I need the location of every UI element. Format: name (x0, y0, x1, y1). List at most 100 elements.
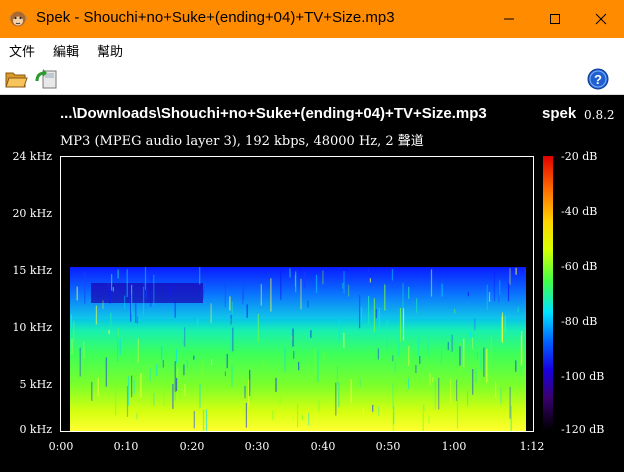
spectrogram-streak (430, 269, 433, 297)
spectrogram-streak (174, 361, 176, 392)
spectrogram-streak (300, 278, 302, 310)
menu-file[interactable]: 文件 (9, 41, 35, 60)
db-tick-label: -60 dB (561, 260, 598, 273)
spectrogram-streak (427, 331, 429, 357)
spectrogram-streak (201, 359, 204, 381)
spectrogram-streak (226, 354, 228, 369)
close-icon (595, 13, 607, 25)
help-button[interactable]: ? (586, 67, 610, 91)
open-file-button[interactable] (4, 67, 28, 91)
spek-window: Spek - Shouchi+no+Suke+(ending+04)+TV+Si… (0, 0, 624, 472)
spectrogram-streak (336, 366, 338, 385)
spectrogram-streak (153, 393, 155, 406)
menu-edit[interactable]: 編輯 (53, 41, 79, 60)
spectrogram-streak (275, 377, 277, 392)
spectrogram-streak (79, 347, 81, 377)
spectrogram-streak (135, 303, 137, 323)
spectrogram-streak (469, 331, 472, 338)
spectrogram-streak (322, 270, 324, 285)
spectrogram-streak (298, 361, 300, 371)
spectrogram-streak (127, 376, 130, 406)
spectrogram-plot (60, 156, 534, 432)
spectrogram-streak (279, 396, 281, 405)
spectrogram-streak (153, 274, 155, 306)
minimize-button[interactable] (486, 0, 532, 38)
title-bar[interactable]: Spek - Shouchi+no+Suke+(ending+04)+TV+Si… (0, 0, 624, 38)
spectrogram-streak (338, 382, 340, 408)
spectrogram-streak (102, 300, 104, 309)
spectrogram-streak (493, 272, 496, 302)
spectrogram-streak (480, 350, 482, 370)
spectrogram-streak (197, 318, 199, 330)
spectrogram-streak (438, 377, 440, 410)
spectrogram-streak (459, 346, 461, 366)
spectrogram-streak (202, 409, 205, 431)
db-tick-label: -20 dB (561, 150, 598, 163)
spectrogram-streak (509, 268, 511, 285)
spectrogram-streak (429, 373, 431, 386)
spectrogram-streak (472, 369, 474, 395)
spectrogram-streak (408, 346, 410, 366)
spectrogram-image (70, 267, 526, 431)
db-tick-label: -80 dB (561, 315, 598, 328)
maximize-button[interactable] (532, 0, 578, 38)
spectrogram-streak (454, 308, 456, 314)
spectrogram-streak (367, 268, 369, 273)
spectrogram-streak (343, 271, 345, 294)
spectrogram-streak (131, 375, 133, 398)
spectrogram-streak (467, 390, 469, 406)
spectrogram-streak (162, 360, 164, 368)
spectrogram-streak (174, 300, 176, 318)
spectrogram-streak (308, 412, 310, 426)
spectrogram-streak (504, 315, 506, 333)
spectrogram-streak (343, 332, 345, 349)
spectrogram-streak (156, 364, 158, 377)
spectrogram-streak (70, 314, 72, 328)
freq-tick-label: 10 kHz (12, 321, 52, 334)
spectrogram-streak (177, 367, 179, 377)
menu-help[interactable]: 幫助 (97, 41, 123, 60)
file-path-title: ...\Downloads\Shouchi+no+Suke+(ending+04… (60, 105, 487, 122)
spectrogram-streak (126, 269, 128, 297)
time-tick-label: 1:12 (519, 440, 545, 453)
spectrogram-streak (510, 406, 512, 431)
time-tick-label: 0:20 (179, 440, 205, 453)
spectrogram-streak (501, 316, 503, 342)
spectrogram-streak (124, 295, 126, 309)
spectrogram-streak (245, 402, 247, 428)
save-refresh-button[interactable] (34, 67, 58, 91)
time-tick-label: 0:10 (113, 440, 139, 453)
help-icon: ? (587, 68, 609, 90)
spectrogram-streak (289, 268, 291, 278)
spectrogram-streak (246, 304, 248, 318)
spectrogram-streak (434, 381, 436, 410)
spectrogram-streak (317, 350, 319, 382)
spectrogram-streak (373, 298, 375, 332)
time-tick-label: 0:30 (244, 440, 270, 453)
spectrogram-streak (292, 328, 294, 347)
spectrogram-streak (272, 410, 274, 421)
spectrogram-streak (466, 330, 469, 336)
spectrogram-streak (210, 303, 212, 324)
spectrogram-streak (372, 404, 374, 412)
spectrogram-streak (244, 386, 246, 399)
spectrogram-streak (399, 308, 402, 342)
db-tick-label: -100 dB (561, 370, 605, 383)
spectrogram-streak (136, 316, 139, 324)
spectrogram-streak (149, 368, 151, 381)
spectrogram-streak (323, 352, 325, 360)
spectrogram-streak (184, 327, 186, 347)
db-tick-label: -120 dB (561, 423, 605, 436)
spectrogram-streak (270, 278, 272, 312)
spectrogram-streak (184, 384, 186, 396)
freq-tick-label: 24 kHz (12, 150, 52, 163)
spectrogram-streak (418, 338, 420, 358)
spectrogram-streak (450, 379, 452, 404)
spectrogram-streak (342, 282, 344, 289)
spectrogram-streak (432, 377, 434, 383)
close-button[interactable] (578, 0, 624, 38)
spectrogram-streak (473, 329, 475, 349)
spectrogram-streak (515, 267, 517, 275)
spectrogram-streak (140, 373, 142, 398)
spectrogram-streak (186, 359, 188, 369)
